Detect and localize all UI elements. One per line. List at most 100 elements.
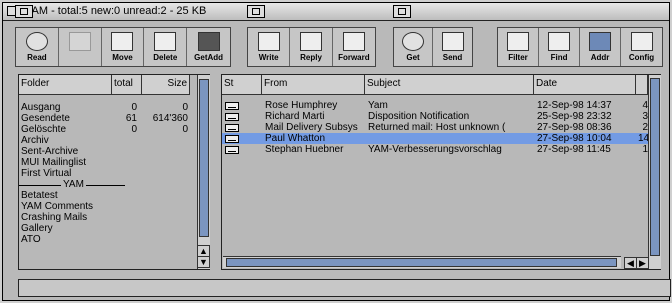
folder-scroll-thumb[interactable]	[199, 79, 209, 237]
status-column-header[interactable]: St	[222, 75, 262, 95]
folder-name[interactable]: MUI Mailinglist	[21, 157, 86, 168]
message-scrollbar[interactable]	[648, 75, 661, 269]
total-column-header[interactable]: total	[112, 75, 142, 95]
folder-list: Folder total Size Ausgang 0 0 Gesendete …	[18, 74, 210, 270]
folder-name[interactable]: Betatest	[21, 190, 58, 201]
config-icon	[630, 32, 653, 51]
message-row[interactable]: Mail Delivery Subsys Returned mail: Host…	[222, 122, 648, 133]
folder-name[interactable]: Gesendete	[21, 113, 70, 124]
edit-button	[59, 28, 102, 66]
folder-size: 0	[182, 124, 188, 135]
message-subject: Disposition Notification	[368, 111, 470, 122]
folder-name[interactable]: Gelöschte	[21, 124, 66, 135]
size-column-header[interactable]	[636, 75, 648, 95]
find-label: Find	[550, 53, 568, 62]
reply-button[interactable]: Reply	[290, 28, 333, 66]
scroll-right-icon[interactable]: ▶	[636, 257, 649, 269]
message-from: Stephan Huebner	[265, 144, 344, 155]
reply-icon	[300, 32, 323, 51]
message-size: 4	[642, 100, 648, 111]
message-size: 2	[642, 122, 648, 133]
message-row[interactable]: Rose Humphrey Yam 12-Sep-98 14:37 4	[222, 100, 648, 111]
scroll-down-icon[interactable]: ▼	[197, 256, 210, 268]
message-scroll-thumb[interactable]	[650, 78, 660, 256]
toolbar-group-write: Write Reply Forward	[247, 27, 376, 67]
delete-label: Delete	[153, 53, 178, 62]
delete-button[interactable]: Delete	[144, 28, 188, 66]
getadd-label: GetAdd	[194, 53, 224, 62]
folder-name[interactable]: ATO	[21, 234, 41, 245]
size-column-header[interactable]: Size	[142, 75, 190, 95]
folder-group-label[interactable]: YAM	[61, 179, 86, 190]
message-size: 14	[638, 133, 648, 144]
read-button[interactable]: Read	[16, 28, 59, 66]
config-button[interactable]: Config	[621, 28, 662, 66]
message-size: 3	[642, 111, 648, 122]
message-from: Rose Humphrey	[265, 100, 338, 111]
send-button[interactable]: Send	[433, 28, 472, 66]
horizontal-scroll-thumb[interactable]	[226, 258, 617, 267]
address-book-icon	[589, 32, 612, 51]
folder-name[interactable]: YAM Comments	[21, 201, 93, 212]
globe-icon	[402, 32, 425, 51]
date-column-header[interactable]: Date	[534, 75, 636, 95]
message-row[interactable]: Richard Marti Disposition Notification 2…	[222, 111, 648, 122]
subject-column-header[interactable]: Subject	[365, 75, 534, 95]
address-book-button[interactable]: Addr	[580, 28, 622, 66]
from-column-header[interactable]: From	[262, 75, 365, 95]
folder-name[interactable]: Crashing Mails	[21, 212, 87, 223]
depth-icon[interactable]	[15, 5, 33, 18]
forward-button[interactable]: Forward	[333, 28, 375, 66]
envelope-icon	[225, 135, 239, 143]
find-button[interactable]: Find	[539, 28, 581, 66]
folder-name[interactable]: Ausgang	[21, 102, 60, 113]
write-button[interactable]: Write	[248, 28, 291, 66]
folder-scrollbar[interactable]	[197, 75, 210, 269]
config-label: Config	[628, 53, 655, 62]
folder-name[interactable]: Sent-Archive	[21, 146, 78, 157]
folder-name[interactable]: Archiv	[21, 135, 49, 146]
folder-total: 0	[131, 124, 137, 135]
folder-column-header[interactable]: Folder	[19, 75, 112, 95]
getadd-button[interactable]: GetAdd	[187, 28, 230, 66]
edit-icon	[68, 32, 91, 51]
filter-button[interactable]: Filter	[498, 28, 540, 66]
window-arrange-icon[interactable]	[393, 5, 411, 18]
status-bar	[18, 279, 671, 297]
message-subject: Returned mail: Host unknown (	[368, 122, 506, 133]
folder-name[interactable]: First Virtual	[21, 168, 71, 179]
send-label: Send	[442, 53, 463, 62]
envelope-icon	[225, 146, 239, 154]
yam-main-window: YAM - total:5 new:0 unread:2 - 25 KB Rea…	[2, 2, 671, 301]
window-title-bar[interactable]: YAM - total:5 new:0 unread:2 - 25 KB	[3, 3, 669, 21]
folder-total: 0	[131, 102, 137, 113]
forward-label: Forward	[338, 53, 370, 62]
write-icon	[257, 32, 280, 51]
message-from: Richard Marti	[265, 111, 325, 122]
move-icon	[111, 32, 134, 51]
message-date: 27-Sep-98 10:04	[537, 133, 612, 144]
filter-label: Filter	[508, 53, 528, 62]
message-from: Paul Whatton	[265, 133, 326, 144]
write-label: Write	[258, 53, 279, 62]
envelope-icon	[225, 102, 239, 110]
message-date: 27-Sep-98 08:36	[537, 122, 612, 133]
get-label: Get	[406, 53, 420, 62]
message-date: 25-Sep-98 23:32	[537, 111, 612, 122]
move-button[interactable]: Move	[102, 28, 145, 66]
horizontal-scrollbar[interactable]	[223, 256, 621, 268]
send-icon	[441, 32, 464, 51]
trash-icon	[154, 32, 177, 51]
message-row-selected[interactable]: Paul Whatton 27-Sep-98 10:04 14	[222, 133, 648, 144]
folder-name[interactable]: Gallery	[21, 223, 53, 234]
get-button[interactable]: Get	[394, 28, 434, 66]
message-from: Mail Delivery Subsys	[265, 122, 358, 133]
window-title: YAM - total:5 new:0 unread:2 - 25 KB	[25, 5, 207, 17]
zoom-icon[interactable]	[247, 5, 265, 18]
message-row[interactable]: Stephan Huebner YAM-Verbesserungsvorschl…	[222, 144, 648, 155]
envelope-icon	[225, 124, 239, 132]
message-list: St From Subject Date Rose Humphrey Yam 1…	[221, 74, 661, 270]
move-label: Move	[112, 53, 133, 62]
message-subject: Yam	[368, 100, 388, 111]
address-icon	[197, 32, 220, 51]
